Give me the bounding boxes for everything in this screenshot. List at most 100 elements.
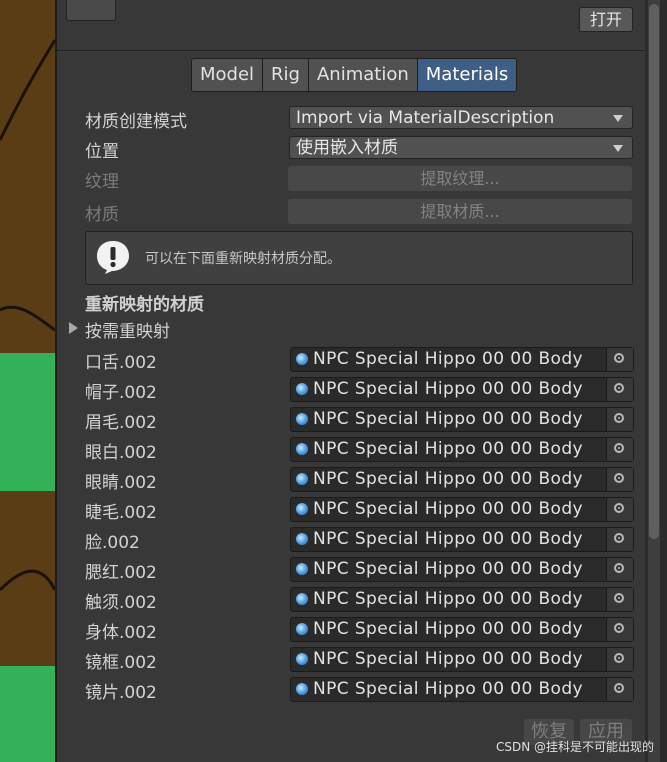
target-circle-icon (614, 473, 624, 483)
material-row: 腮红.002 NPC Special Hippo 00 00 Body (0, 556, 645, 586)
material-sphere-icon (296, 503, 308, 515)
material-object-field[interactable]: NPC Special Hippo 00 00 Body (290, 467, 634, 492)
header-divider (57, 50, 645, 51)
material-object-field[interactable]: NPC Special Hippo 00 00 Body (290, 647, 634, 672)
object-picker-button[interactable] (606, 648, 633, 671)
material-slot-name: 腮红.002 (85, 563, 157, 583)
object-picker-button[interactable] (606, 678, 633, 701)
target-circle-icon (614, 353, 624, 363)
material-object-value: NPC Special Hippo 00 00 Body (313, 559, 583, 579)
material-slot-name: 脸.002 (85, 533, 140, 553)
creation-mode-value: Import via MaterialDescription (296, 108, 555, 128)
location-value: 使用嵌入材质 (296, 138, 398, 158)
material-sphere-icon (296, 593, 308, 605)
material-row: 镜片.002 NPC Special Hippo 00 00 Body (0, 676, 645, 706)
extract-textures-button[interactable]: 提取纹理... (288, 166, 632, 191)
remapped-materials-title: 重新映射的材质 (85, 295, 204, 315)
material-row: 眼睛.002 NPC Special Hippo 00 00 Body (0, 466, 645, 496)
material-object-field[interactable]: NPC Special Hippo 00 00 Body (290, 407, 634, 432)
object-picker-button[interactable] (606, 348, 633, 371)
material-sphere-icon (296, 473, 308, 485)
material-object-field[interactable]: NPC Special Hippo 00 00 Body (290, 677, 634, 702)
open-button[interactable]: 打开 (579, 7, 633, 32)
material-object-field[interactable]: NPC Special Hippo 00 00 Body (290, 557, 634, 582)
exclamation-icon (97, 241, 129, 274)
scrollbar-thumb[interactable] (649, 4, 659, 539)
material-object-value: NPC Special Hippo 00 00 Body (313, 349, 583, 369)
material-row: 眉毛.002 NPC Special Hippo 00 00 Body (0, 406, 645, 436)
dropdown-caret-icon (613, 115, 623, 122)
material-sphere-icon (296, 383, 308, 395)
material-slot-name: 镜框.002 (85, 653, 157, 673)
material-row: 身体.002 NPC Special Hippo 00 00 Body (0, 616, 645, 646)
object-picker-button[interactable] (606, 558, 633, 581)
material-object-field[interactable]: NPC Special Hippo 00 00 Body (290, 527, 634, 552)
location-dropdown[interactable]: 使用嵌入材质 (289, 136, 633, 159)
material-slot-name: 身体.002 (85, 623, 157, 643)
material-object-field[interactable]: NPC Special Hippo 00 00 Body (290, 587, 634, 612)
material-sphere-icon (296, 563, 308, 575)
object-picker-button[interactable] (606, 528, 633, 551)
object-picker-button[interactable] (606, 408, 633, 431)
material-slot-name: 睫毛.002 (85, 503, 157, 523)
material-slot-name: 口舌.002 (85, 353, 157, 373)
material-object-field[interactable]: NPC Special Hippo 00 00 Body (290, 497, 634, 522)
material-object-value: NPC Special Hippo 00 00 Body (313, 439, 583, 459)
textures-label: 纹理 (85, 172, 119, 192)
material-row: 帽子.002 NPC Special Hippo 00 00 Body (0, 376, 645, 406)
material-object-value: NPC Special Hippo 00 00 Body (313, 679, 583, 699)
tab-model[interactable]: Model (192, 59, 264, 91)
creation-mode-label: 材质创建模式 (85, 112, 187, 132)
material-sphere-icon (296, 443, 308, 455)
remap-on-demand-foldout[interactable]: 按需重映射 (85, 317, 170, 342)
object-picker-button[interactable] (606, 618, 633, 641)
material-slot-name: 眼睛.002 (85, 473, 157, 493)
extract-materials-button[interactable]: 提取材质... (288, 199, 632, 224)
helpbox-text: 可以在下面重新映射材质分配。 (145, 251, 341, 267)
tab-rig[interactable]: Rig (263, 59, 309, 91)
tab-animation[interactable]: Animation (308, 59, 418, 91)
target-circle-icon (614, 683, 624, 693)
object-picker-button[interactable] (606, 498, 633, 521)
material-object-value: NPC Special Hippo 00 00 Body (313, 589, 583, 609)
material-sphere-icon (296, 533, 308, 545)
target-circle-icon (614, 563, 624, 573)
material-slot-name: 镜片.002 (85, 683, 157, 703)
material-object-value: NPC Special Hippo 00 00 Body (313, 499, 583, 519)
material-object-field[interactable]: NPC Special Hippo 00 00 Body (290, 377, 634, 402)
material-slot-name: 帽子.002 (85, 383, 157, 403)
material-sphere-icon (296, 683, 308, 695)
foldout-arrow-icon[interactable] (69, 322, 78, 334)
watermark-text: CSDN @挂科是不可能出现的 (496, 740, 655, 754)
location-label: 位置 (85, 142, 119, 162)
material-object-value: NPC Special Hippo 00 00 Body (313, 409, 583, 429)
material-sphere-icon (296, 413, 308, 425)
target-circle-icon (614, 533, 624, 543)
material-slot-name: 眼白.002 (85, 443, 157, 463)
material-sphere-icon (296, 353, 308, 365)
tab-materials[interactable]: Materials (417, 59, 517, 91)
object-picker-button[interactable] (606, 588, 633, 611)
material-row: 脸.002 NPC Special Hippo 00 00 Body (0, 526, 645, 556)
material-row: 触须.002 NPC Special Hippo 00 00 Body (0, 586, 645, 616)
material-sphere-icon (296, 623, 308, 635)
material-object-field[interactable]: NPC Special Hippo 00 00 Body (290, 437, 634, 462)
material-row: 镜框.002 NPC Special Hippo 00 00 Body (0, 646, 645, 676)
target-circle-icon (614, 443, 624, 453)
dropdown-caret-icon (613, 145, 623, 152)
target-circle-icon (614, 503, 624, 513)
material-object-field[interactable]: NPC Special Hippo 00 00 Body (290, 617, 634, 642)
material-object-value: NPC Special Hippo 00 00 Body (313, 649, 583, 669)
material-object-field[interactable]: NPC Special Hippo 00 00 Body (290, 347, 634, 372)
material-object-value: NPC Special Hippo 00 00 Body (313, 529, 583, 549)
object-picker-button[interactable] (606, 468, 633, 491)
material-row: 睫毛.002 NPC Special Hippo 00 00 Body (0, 496, 645, 526)
materials-label: 材质 (85, 205, 119, 225)
object-picker-button[interactable] (606, 438, 633, 461)
creation-mode-dropdown[interactable]: Import via MaterialDescription (289, 106, 633, 129)
object-picker-button[interactable] (606, 378, 633, 401)
material-slot-name: 眉毛.002 (85, 413, 157, 433)
target-circle-icon (614, 383, 624, 393)
target-circle-icon (614, 623, 624, 633)
target-circle-icon (614, 593, 624, 603)
